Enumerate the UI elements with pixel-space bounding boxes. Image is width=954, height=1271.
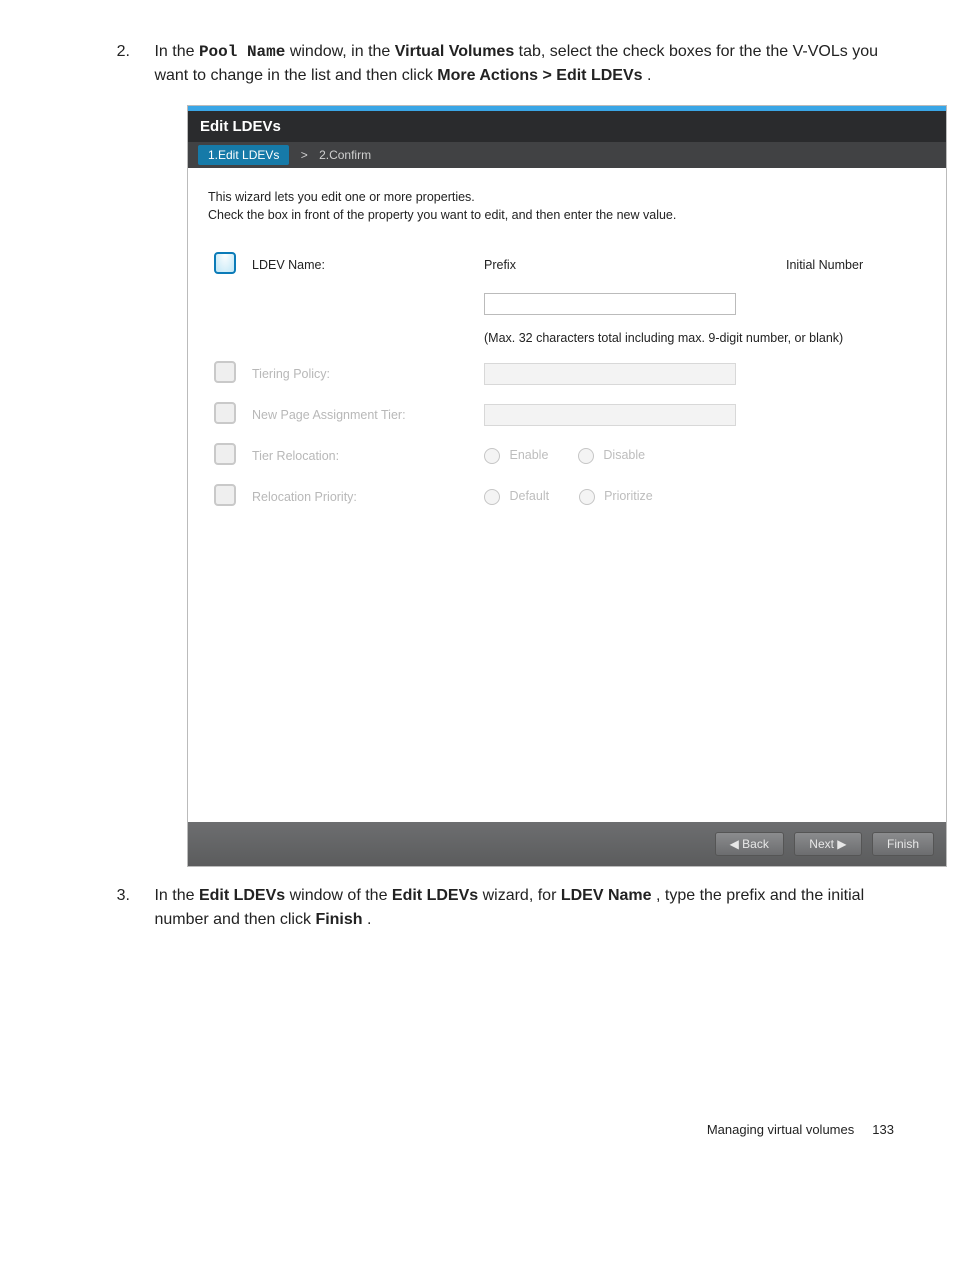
prioritize-label: Prioritize [604,489,653,503]
prefix-input[interactable] [484,293,736,315]
initial-number-label: Initial Number [780,244,926,285]
text-fragment: wizard, for [483,887,561,904]
step-3-instruction: 3. In the Edit LDEVs window of the Edit … [150,884,934,932]
ldev-name-row: LDEV Name: Prefix Initial Number [208,244,926,285]
wizard-title: Edit LDEVs [188,111,946,142]
relocation-priority-checkbox[interactable] [214,484,236,506]
virtual-volumes-label: Virtual Volumes [395,43,514,60]
wizard-description-1: This wizard lets you edit one or more pr… [208,190,926,204]
relocation-priority-label: Relocation Priority: [246,476,478,517]
tiering-policy-checkbox[interactable] [214,361,236,383]
wizard-description-2: Check the box in front of the property y… [208,208,926,222]
prefix-label: Prefix [478,244,780,285]
disable-label: Disable [603,448,645,462]
text-fragment: . [367,911,371,928]
tiering-policy-label: Tiering Policy: [246,353,478,394]
text-fragment: . [647,67,651,84]
wizard-step-bar: 1.Edit LDEVs > 2.Confirm [188,142,946,168]
edit-ldevs-wizard-screenshot: Edit LDEVs 1.Edit LDEVs > 2.Confirm This… [188,106,946,866]
pool-name-code: Pool Name [199,43,285,61]
finish-bold: Finish [315,911,362,928]
ldev-name-hint: (Max. 32 characters total including max.… [478,323,926,353]
next-button[interactable]: Next ▶ [794,832,861,856]
ldev-name-checkbox[interactable] [214,252,236,274]
tier-relocation-row: Tier Relocation: Enable Disable [208,435,926,476]
back-button[interactable]: ◀ Back [715,832,784,856]
ldev-name-inputs-row [208,285,926,323]
relocation-priority-row: Relocation Priority: Default Prioritize [208,476,926,517]
text-fragment: window of the [290,887,392,904]
step-2-number: 2. [100,40,130,64]
ldev-name-hint-row: (Max. 32 characters total including max.… [208,323,926,353]
new-page-assignment-row: New Page Assignment Tier: [208,394,926,435]
default-label: Default [509,489,549,503]
new-page-assignment-label: New Page Assignment Tier: [246,394,478,435]
relocation-priority-default-radio[interactable] [484,489,500,505]
enable-label: Enable [509,448,548,462]
text-fragment: In the [154,887,198,904]
relocation-priority-prioritize-radio[interactable] [579,489,595,505]
wizard-step-1[interactable]: 1.Edit LDEVs [198,145,289,165]
section-title: Managing virtual volumes [707,1122,854,1137]
step-3-number: 3. [100,884,130,908]
more-actions-edit-ldevs-label: More Actions > Edit LDEVs [437,67,642,84]
text-fragment: In the [154,43,198,60]
wizard-footer: ◀ Back Next ▶ Finish [188,822,946,866]
edit-ldevs-bold-2: Edit LDEVs [392,887,478,904]
edit-ldevs-bold-1: Edit LDEVs [199,887,285,904]
tier-relocation-checkbox[interactable] [214,443,236,465]
page-number: 133 [872,1122,894,1137]
tier-relocation-enable-radio[interactable] [484,448,500,464]
wizard-content: This wizard lets you edit one or more pr… [188,168,946,822]
ldev-name-bold: LDEV Name [561,887,652,904]
tier-relocation-label: Tier Relocation: [246,435,478,476]
ldev-name-label: LDEV Name: [246,244,478,285]
new-page-assignment-checkbox[interactable] [214,402,236,424]
tiering-policy-select[interactable] [484,363,736,385]
wizard-step-2: 2.Confirm [319,148,371,162]
finish-button[interactable]: Finish [872,832,934,856]
tiering-policy-row: Tiering Policy: [208,353,926,394]
tier-relocation-disable-radio[interactable] [578,448,594,464]
text-fragment: window, in the [290,43,395,60]
chevron-right-icon: > [301,148,308,162]
page-footer: Managing virtual volumes 133 [0,1122,894,1137]
new-page-assignment-select[interactable] [484,404,736,426]
step-2-instruction: 2. In the Pool Name window, in the Virtu… [150,40,934,88]
